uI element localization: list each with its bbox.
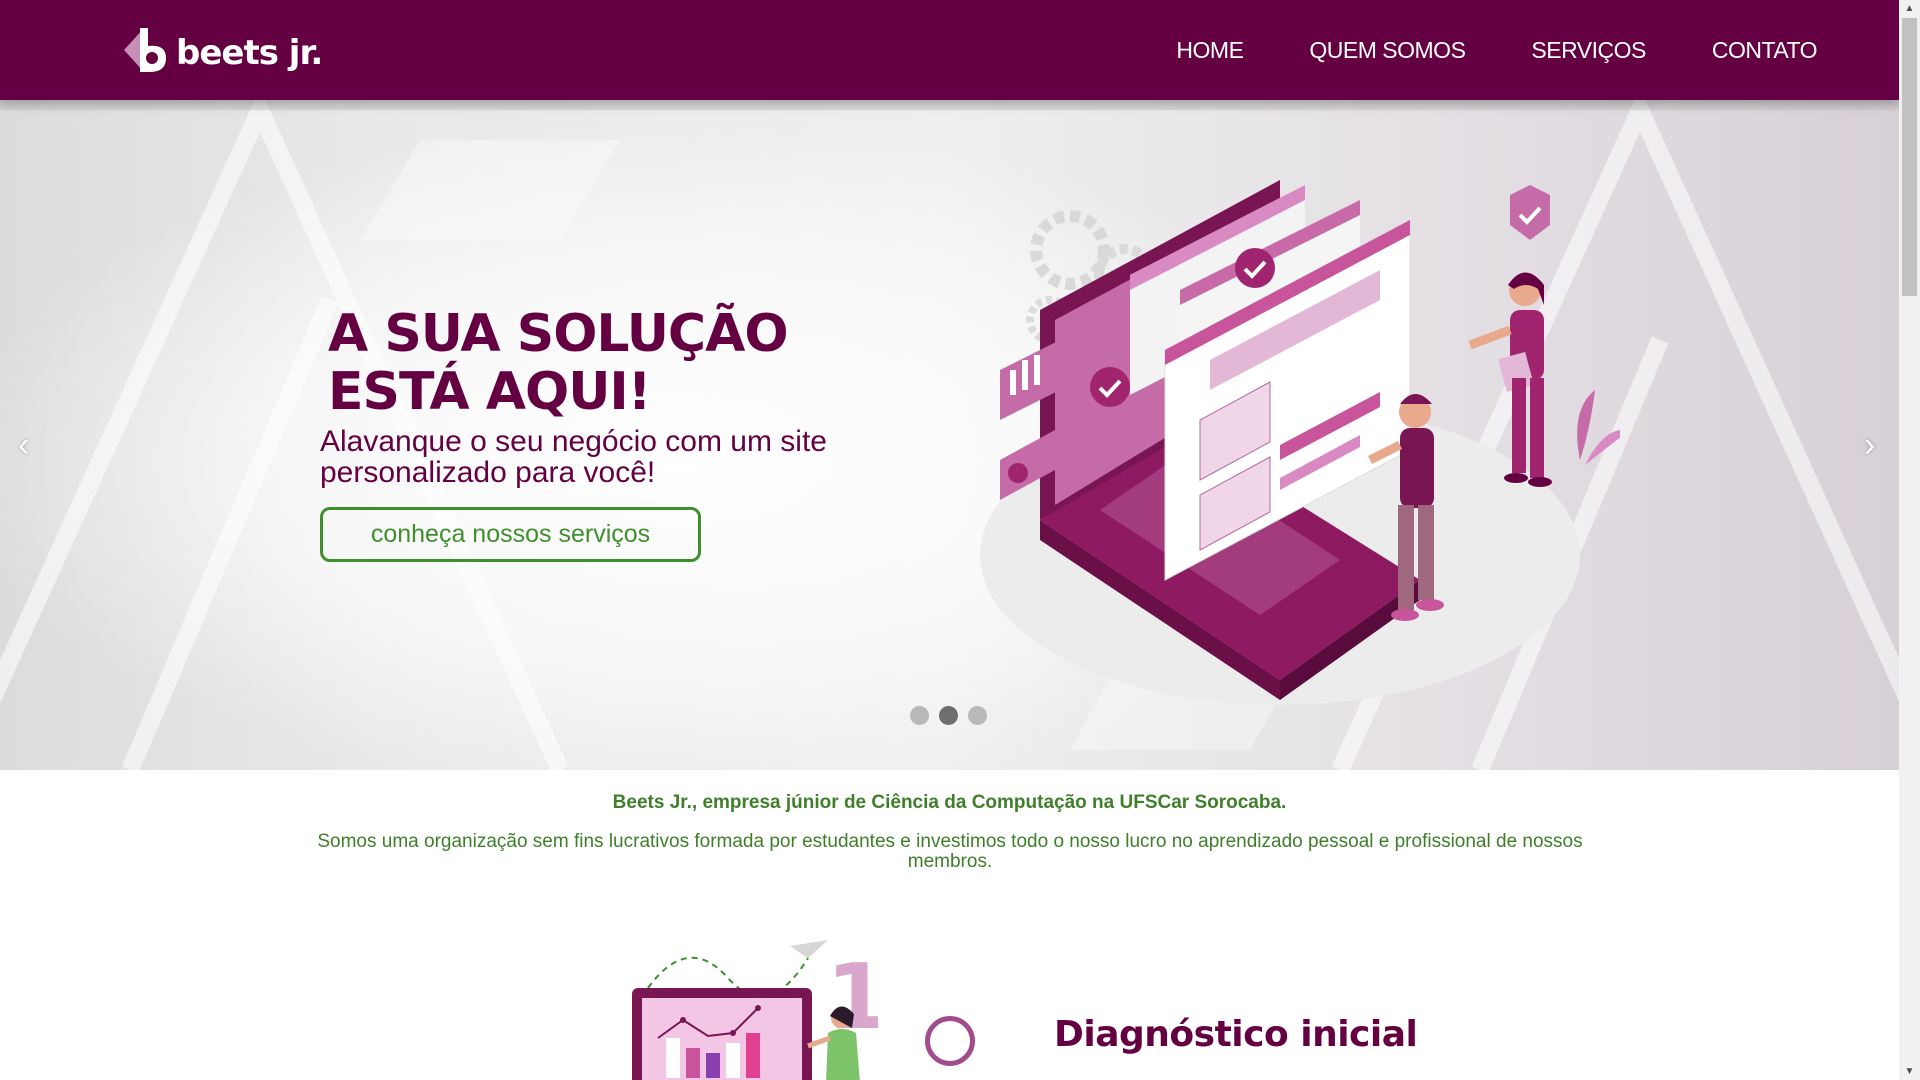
carousel-indicators [910,706,987,725]
diagnostic-illustration: 1 [632,940,878,1080]
hero-title: A SUA SOLUÇÃO ESTÁ AQUI! [328,304,789,422]
hero-subtitle: Alavanque o seu negócio com um site pers… [320,425,827,489]
carousel-dot[interactable] [968,706,987,725]
navbar: beets jr. HOME QUEM SOMOS SERVIÇOS CONTA… [0,0,1899,100]
step-title: Diagnóstico inicial [1054,1014,1418,1055]
nav-home-link[interactable]: HOME [1176,37,1244,64]
nav-servicos-link[interactable]: SERVIÇOS [1531,37,1646,64]
logo[interactable]: beets jr. [122,22,323,78]
page: beets jr. HOME QUEM SOMOS SERVIÇOS CONTA… [0,0,1899,1080]
page-scrollbar[interactable]: ▲ ▼ [1899,0,1920,1080]
nav-contato-link[interactable]: CONTATO [1712,37,1818,64]
hero-illustration [980,180,1620,705]
main-nav: HOME QUEM SOMOS SERVIÇOS CONTATO [1176,0,1817,100]
logo-text: beets jr. [176,33,323,73]
scroll-up-icon[interactable]: ▲ [1899,0,1920,17]
services-button[interactable]: conheça nossos serviços [320,507,701,562]
logo-icon [124,28,166,72]
step-circle-icon [925,1016,975,1066]
carousel-prev-icon[interactable]: ‹ [18,428,29,462]
scroll-down-icon[interactable]: ▼ [1899,1063,1920,1080]
carousel-dot-active[interactable] [939,706,958,725]
about-text: Somos uma organização sem fins lucrativo… [317,831,1583,872]
nav-quem-somos-link[interactable]: QUEM SOMOS [1309,37,1466,64]
scrollbar-thumb[interactable] [1902,18,1917,296]
carousel-dot[interactable] [910,706,929,725]
hero-carousel: A SUA SOLUÇÃO ESTÁ AQUI! Alavanque o seu… [0,100,1899,770]
carousel-next-icon[interactable]: › [1864,428,1875,462]
about-title: Beets Jr., empresa júnior de Ciência da … [612,792,1287,813]
